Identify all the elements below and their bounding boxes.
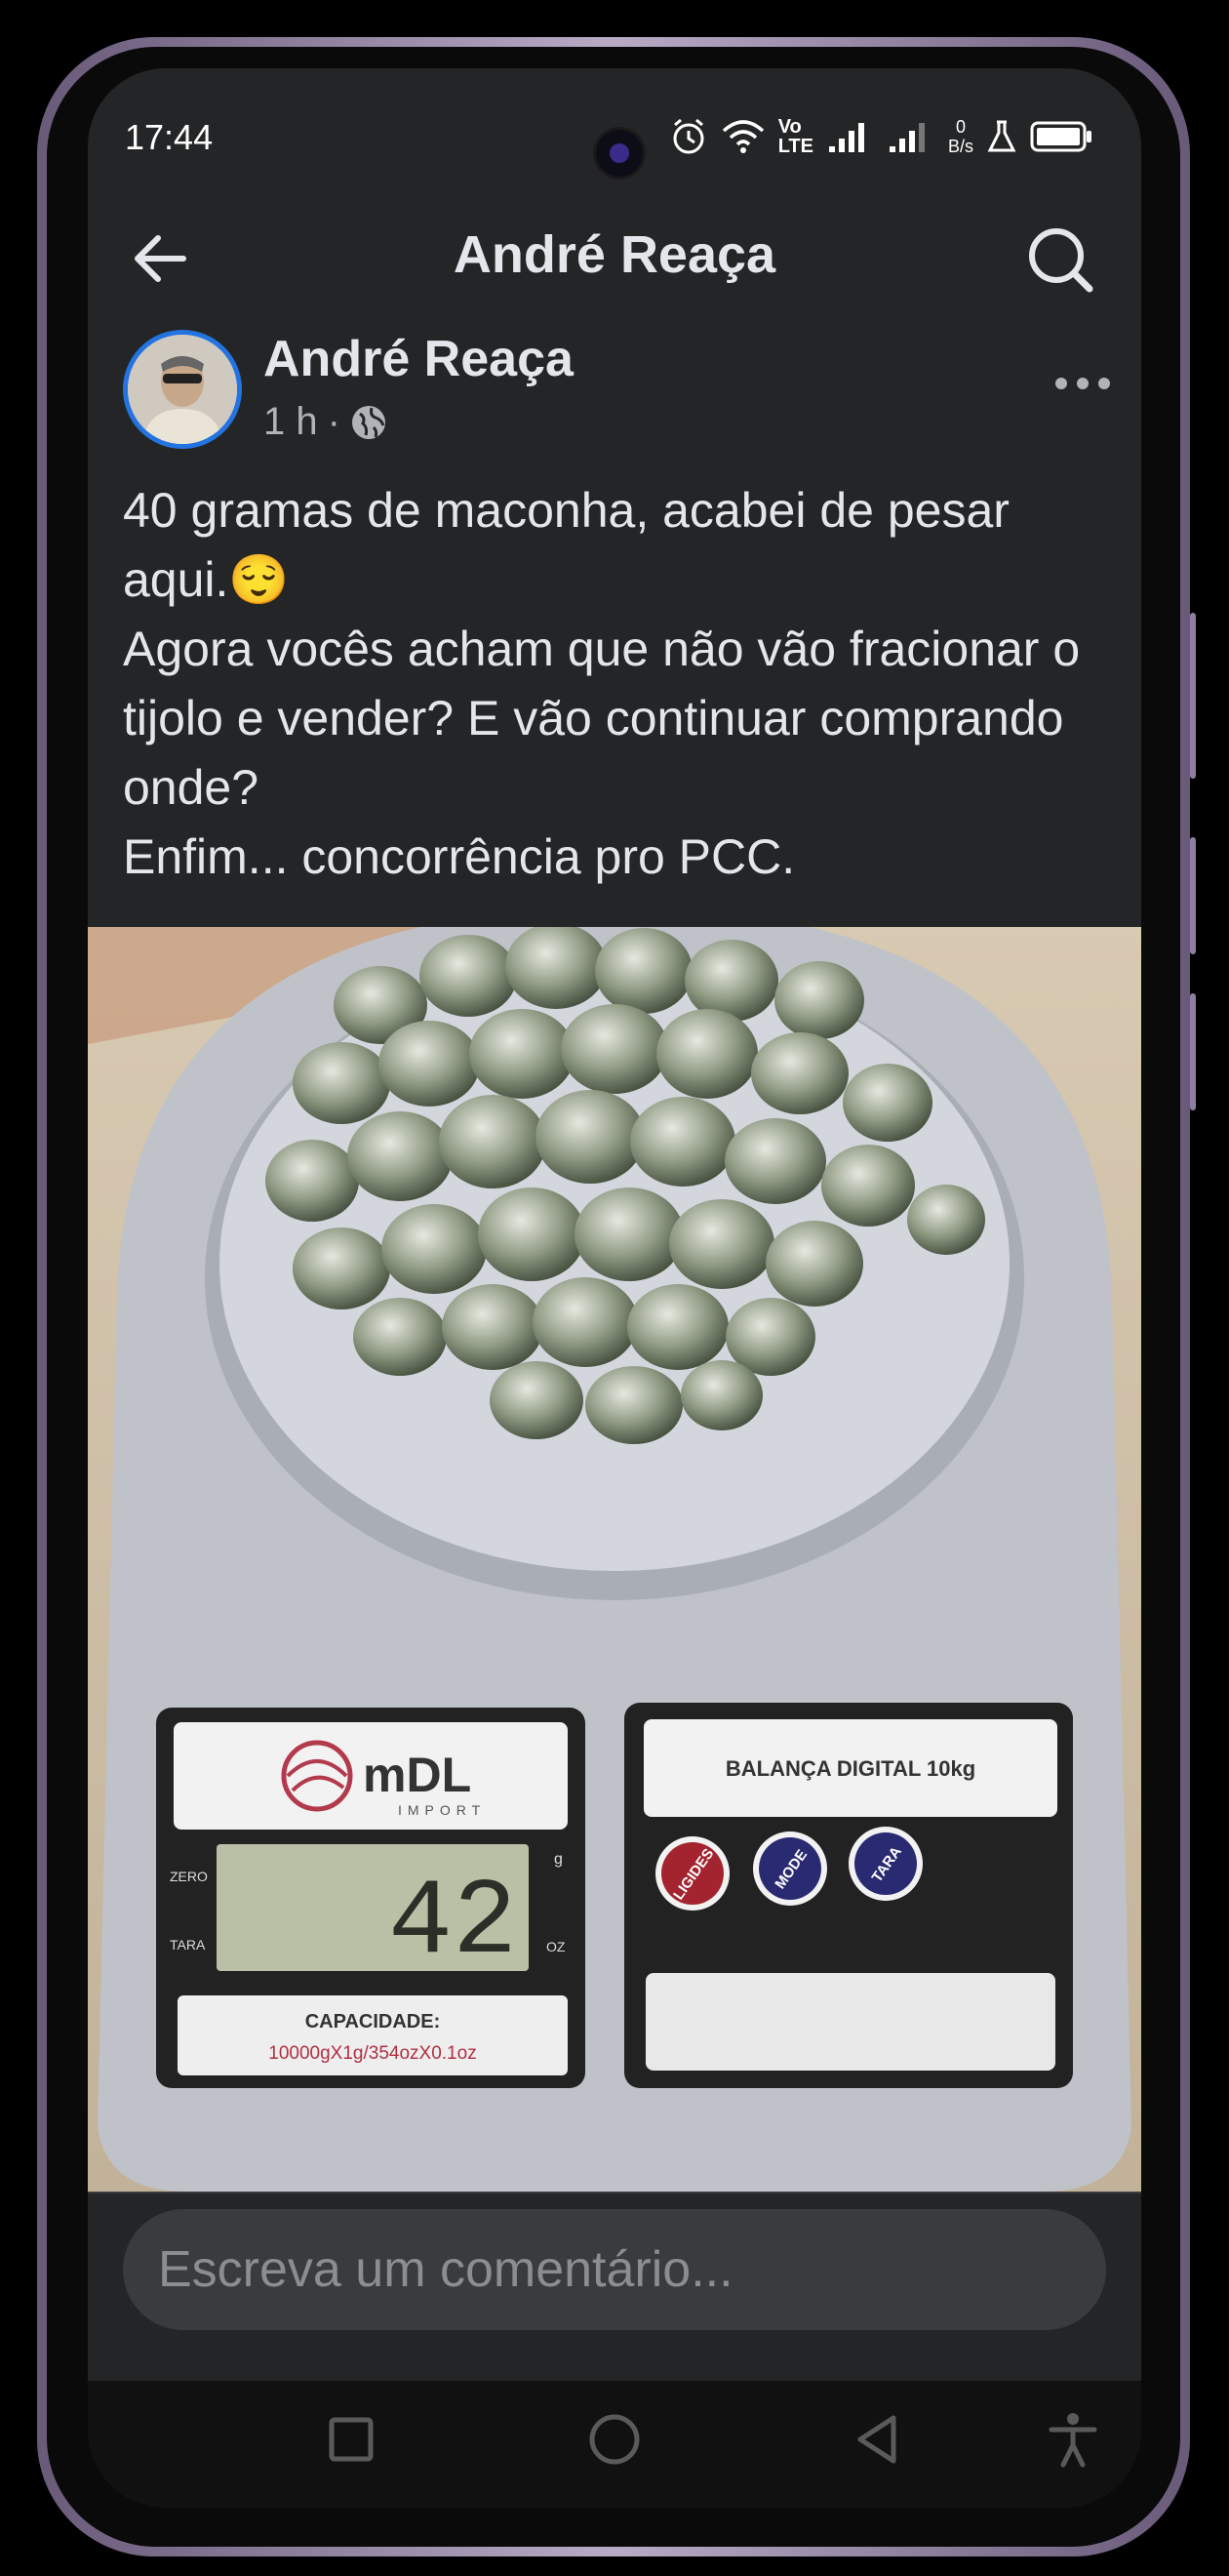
signal-icon-2 — [889, 123, 925, 152]
net-speed: 0 B/s — [948, 117, 973, 156]
system-nav-bar — [88, 2381, 1141, 2508]
power-button — [1190, 613, 1196, 779]
capacity-value: 10000gX1g/354ozX0.1oz — [268, 2043, 476, 2064]
scale-brand-sub: IMPORT — [398, 1802, 486, 1818]
post-photo[interactable]: mDL IMPORT ZERO TARA 42 g OZ CAPACIDADE:… — [88, 927, 1141, 2192]
front-camera — [593, 127, 646, 180]
post-line-3: Enfim... concorrência pro PCC. — [123, 829, 796, 884]
more-dots-glyph — [1055, 378, 1110, 389]
volte-bottom: LTE — [777, 136, 813, 157]
accessibility-icon[interactable] — [1044, 2410, 1102, 2469]
post-line-1: 40 gramas de maconha, acabei de pesar aq… — [123, 483, 1010, 607]
label-g: g — [554, 1851, 563, 1868]
scale-model: BALANÇA DIGITAL 10kg — [726, 1756, 975, 1781]
label-zero: ZERO — [170, 1869, 208, 1884]
volte-indicator: Vo LTE — [778, 117, 813, 156]
more-dots-icon[interactable] — [1053, 351, 1112, 405]
status-time: 17:44 — [125, 117, 214, 157]
post-time[interactable]: 1 h — [263, 400, 318, 444]
phone-screen: 17:44 Vo LTE 0 B/s André Reaça André Rea… — [88, 68, 1141, 2508]
scale-photo: mDL IMPORT ZERO TARA 42 g OZ CAPACIDADE:… — [88, 927, 1141, 2192]
post-meta: 1 h · — [263, 400, 387, 444]
avatar-image — [128, 335, 237, 444]
volume-up-button — [1190, 837, 1196, 954]
capacity-title: CAPACIDADE: — [305, 2011, 441, 2033]
label-tara: TARA — [170, 1937, 206, 1952]
wifi-icon — [722, 120, 764, 153]
post-line-2: Agora vocês acham que não vão fracionar … — [123, 622, 1081, 815]
comment-input[interactable] — [123, 2209, 1106, 2330]
post-text: 40 gramas de maconha, acabei de pesar aq… — [123, 476, 1118, 892]
flask-icon — [987, 120, 1016, 152]
signal-icon — [828, 123, 864, 152]
battery-icon — [1030, 121, 1091, 152]
globe-icon — [351, 405, 385, 439]
volte-top: Vo — [777, 116, 802, 138]
net-speed-value: 0 — [955, 117, 966, 137]
back-nav-icon[interactable] — [849, 2410, 907, 2469]
alarm-icon — [673, 118, 704, 154]
post-author[interactable]: André Reaça — [263, 330, 574, 388]
search-icon[interactable] — [1023, 222, 1097, 297]
volume-down-button — [1190, 993, 1196, 1110]
scale-brand: mDL — [363, 1748, 471, 1802]
meta-separator: · — [327, 400, 340, 443]
label-oz: OZ — [546, 1939, 566, 1954]
recent-apps-icon[interactable] — [322, 2410, 380, 2469]
net-speed-unit: B/s — [947, 137, 973, 156]
home-icon[interactable] — [585, 2410, 644, 2469]
page-title: André Reaça — [453, 225, 776, 284]
scale-display-value: 42 — [388, 1863, 517, 1985]
status-icons: Vo LTE 0 B/s — [669, 117, 1092, 156]
avatar[interactable] — [123, 330, 242, 449]
